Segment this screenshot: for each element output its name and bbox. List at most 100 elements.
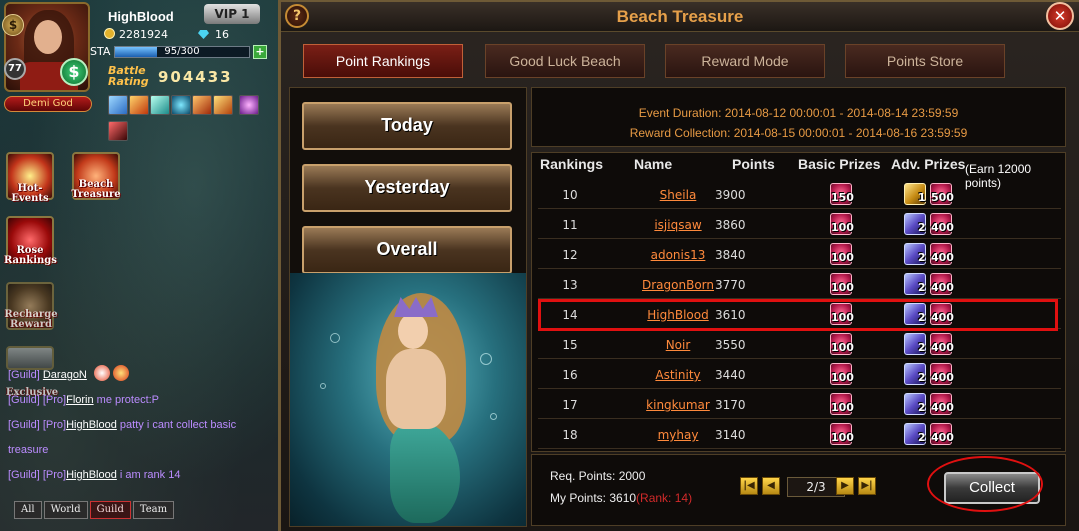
game-hud-panel: $ 77 $ Demi God HighBlood VIP 1 2281924 … bbox=[0, 0, 278, 531]
buff-strike-icon[interactable] bbox=[213, 95, 233, 115]
vip-badge[interactable]: VIP 1 bbox=[204, 4, 260, 24]
header-name: Name bbox=[634, 156, 673, 172]
battle-rating: Battle Rating 904433 bbox=[106, 64, 256, 90]
recharge-dollar-icon[interactable]: $ bbox=[60, 58, 88, 86]
header-rankings: Rankings bbox=[540, 156, 604, 172]
beach-treasure-dialog: Beach Treasure ? ✕ Point Rankings Good L… bbox=[278, 0, 1079, 531]
stamina-plus-button[interactable]: + bbox=[253, 45, 267, 59]
adv-prize-count-1: 2 bbox=[918, 401, 926, 414]
tab-points-store[interactable]: Points Store bbox=[845, 44, 1005, 78]
adv-prize-count-2: 400 bbox=[931, 251, 954, 264]
tab-reward-mode[interactable]: Reward Mode bbox=[665, 44, 825, 78]
emoji-icon bbox=[93, 365, 110, 381]
chat-line: [Guild] [Pro]HighBlood i am rank 14 bbox=[8, 469, 181, 481]
chat-line: [Guild] DaragoN bbox=[8, 363, 276, 388]
help-button[interactable]: ? bbox=[285, 4, 309, 28]
today-button[interactable]: Today bbox=[302, 102, 512, 150]
basic-prize-count: 100 bbox=[831, 251, 854, 264]
chat-tab-guild[interactable]: Guild bbox=[89, 501, 131, 519]
buff-fire-sword-icon[interactable] bbox=[129, 95, 149, 115]
row-points: 3860 bbox=[715, 218, 746, 232]
table-row: 17 kingkumar 3170 100 2 400 bbox=[538, 391, 1061, 419]
rose-rankings-label: Rose Rankings bbox=[4, 245, 57, 266]
event-info: Event Duration: 2014-08-12 00:00:01 - 20… bbox=[531, 87, 1066, 147]
first-page-button[interactable]: |◀ bbox=[740, 477, 758, 495]
buff-flame-icon[interactable] bbox=[192, 95, 212, 115]
header-adv-prizes: Adv. Prizes bbox=[891, 156, 966, 172]
close-button[interactable]: ✕ bbox=[1046, 2, 1074, 30]
chat-line: [Guild] [Pro]HighBlood patty i cant coll… bbox=[8, 419, 237, 431]
next-page-button[interactable]: ▶ bbox=[836, 477, 854, 495]
adv-prize-count-2: 400 bbox=[931, 341, 954, 354]
buff-orb-icon[interactable] bbox=[171, 95, 191, 115]
header-points: Points bbox=[732, 156, 775, 172]
gold-stat: 2281924 bbox=[104, 28, 168, 41]
chat-log: [Guild] DaragoN [Guild] [Pro]Florin me p… bbox=[8, 363, 276, 488]
chat-player-link[interactable]: DaragoN bbox=[43, 369, 87, 381]
buff-claw-icon[interactable] bbox=[108, 121, 128, 141]
adv-prize-count-1: 2 bbox=[918, 431, 926, 444]
adv-prize-count-2: 500 bbox=[931, 191, 954, 204]
hot-events-label: Hot-Events bbox=[11, 183, 49, 204]
vip-label: VIP 1 bbox=[214, 7, 250, 21]
adv-prize-count-2: 400 bbox=[931, 401, 954, 414]
row-points: 3840 bbox=[715, 248, 746, 262]
dialog-title: Beach Treasure bbox=[616, 7, 744, 26]
chat-player-link[interactable]: Florin bbox=[66, 394, 94, 406]
row-points: 3770 bbox=[715, 278, 746, 292]
basic-prize-count: 100 bbox=[831, 401, 854, 414]
dialog-title-bar: Beach Treasure ? ✕ bbox=[281, 2, 1079, 32]
overall-button[interactable]: Overall bbox=[302, 226, 512, 274]
table-row: 18 myhay 3140 100 2 400 bbox=[538, 421, 1061, 449]
basic-prize-count: 100 bbox=[831, 281, 854, 294]
adv-prize-count-1: 2 bbox=[918, 251, 926, 264]
row-points: 3900 bbox=[715, 188, 746, 202]
last-page-button[interactable]: ▶| bbox=[858, 477, 876, 495]
table-row: 11 isjiqsaw 3860 100 2 400 bbox=[538, 211, 1061, 239]
row-points: 3170 bbox=[715, 398, 746, 412]
highlight-own-row bbox=[538, 299, 1058, 331]
adv-prize-count-1: 1 bbox=[918, 191, 926, 204]
player-name: HighBlood bbox=[108, 9, 174, 24]
chat-tab-all[interactable]: All bbox=[14, 501, 42, 519]
beach-treasure-label: Beach Treasure bbox=[71, 179, 121, 200]
stamina-value: 95/300 bbox=[164, 46, 200, 57]
adv-prize-count-2: 400 bbox=[931, 281, 954, 294]
table-row: 12 adonis13 3840 100 2 400 bbox=[538, 241, 1061, 269]
chat-player-link[interactable]: HighBlood bbox=[66, 469, 117, 481]
buff-charm-icon[interactable] bbox=[239, 95, 260, 115]
shop-coin-icon[interactable]: $ bbox=[2, 14, 24, 36]
chat-line: treasure bbox=[8, 444, 49, 456]
adv-prize-count-1: 2 bbox=[918, 371, 926, 384]
adv-prize-count-1: 2 bbox=[918, 221, 926, 234]
tab-good-luck-beach[interactable]: Good Luck Beach bbox=[485, 44, 645, 78]
adv-prize-count-2: 400 bbox=[931, 371, 954, 384]
table-row: 16 Astinity 3440 100 2 400 bbox=[538, 361, 1061, 389]
chat-player-link[interactable]: HighBlood bbox=[66, 419, 117, 431]
tab-point-rankings[interactable]: Point Rankings bbox=[303, 44, 463, 78]
chat-line: [Guild] [Pro]Florin me protect:P bbox=[8, 394, 160, 406]
emoji-icon bbox=[112, 365, 129, 381]
stamina-bar: 95/300 bbox=[114, 46, 250, 58]
row-points: 3140 bbox=[715, 428, 746, 442]
req-points: Req. Points: 2000 bbox=[550, 469, 646, 483]
basic-prize-count: 150 bbox=[831, 191, 854, 204]
buff-bar bbox=[108, 95, 268, 147]
adv-prize-count-2: 400 bbox=[931, 221, 954, 234]
event-duration: Event Duration: 2014-08-12 00:00:01 - 20… bbox=[638, 106, 959, 120]
buff-wind-icon[interactable] bbox=[150, 95, 170, 115]
stamina-label: STA bbox=[90, 45, 111, 58]
gem-value: 16 bbox=[215, 28, 229, 41]
reward-collection: Reward Collection: 2014-08-15 00:00:01 -… bbox=[629, 126, 968, 140]
chat-tab-world[interactable]: World bbox=[43, 501, 88, 519]
battle-rating-label: Battle Rating bbox=[108, 64, 149, 88]
player-title: Demi God bbox=[4, 96, 92, 112]
buff-ice-icon[interactable] bbox=[108, 95, 128, 115]
my-points: My Points: 3610(Rank: 14) bbox=[550, 491, 693, 505]
my-rank: (Rank: 14) bbox=[636, 491, 693, 505]
gold-value: 2281924 bbox=[119, 28, 168, 41]
prev-page-button[interactable]: ◀ bbox=[762, 477, 780, 495]
recharge-reward-label: Recharge Reward bbox=[4, 309, 58, 330]
yesterday-button[interactable]: Yesterday bbox=[302, 164, 512, 212]
chat-tab-team[interactable]: Team bbox=[132, 501, 175, 519]
